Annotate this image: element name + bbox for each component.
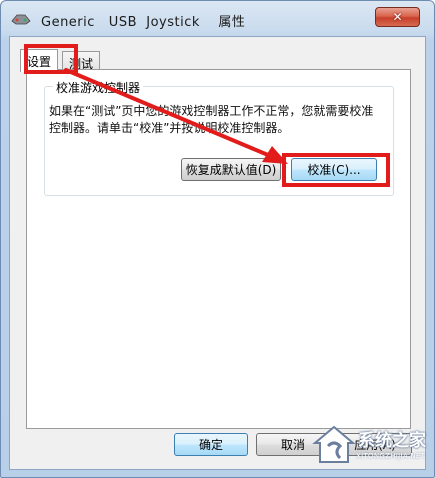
tab-settings[interactable]: 设置: [20, 49, 59, 72]
calibrate-button[interactable]: 校准(C)...: [291, 158, 377, 181]
group-title: 校准游戏控制器: [53, 79, 144, 96]
restore-defaults-button[interactable]: 恢复成默认值(D): [181, 158, 281, 181]
joystick-icon: [11, 14, 31, 25]
settings-panel: 校准游戏控制器 如果在“测试”页中您的游戏控制器工作不正常，您就需要校准控制器。…: [26, 69, 411, 429]
watermark: 系统之家 XITONGZHIJIA.NET: [310, 420, 432, 474]
watermark-url: XITONGZHIJIA.NET: [356, 452, 426, 460]
title-bar[interactable]: Generic USB Joystick 属性 ✕: [1, 1, 434, 35]
house-logo-icon: [312, 425, 356, 463]
tab-test[interactable]: 测试: [62, 51, 101, 71]
calibration-description: 如果在“测试”页中您的游戏控制器工作不正常，您就需要校准控制器。请单击“校准”并…: [49, 104, 374, 135]
ok-button[interactable]: 确定: [174, 433, 248, 456]
watermark-text: 系统之家: [358, 431, 426, 451]
close-button[interactable]: ✕: [375, 7, 420, 27]
dialog-client-area: 设置 测试 校准游戏控制器 如果在“测试”页中您的游戏控制器工作不正常，您就需要…: [9, 36, 426, 470]
properties-dialog: Generic USB Joystick 属性 ✕ 设置 测试 校准游戏控制器 …: [0, 0, 435, 478]
calibration-groupbox: 校准游戏控制器 如果在“测试”页中您的游戏控制器工作不正常，您就需要校准控制器。…: [44, 79, 394, 196]
window-title: Generic USB Joystick 属性: [41, 15, 246, 30]
close-icon: ✕: [392, 10, 403, 24]
